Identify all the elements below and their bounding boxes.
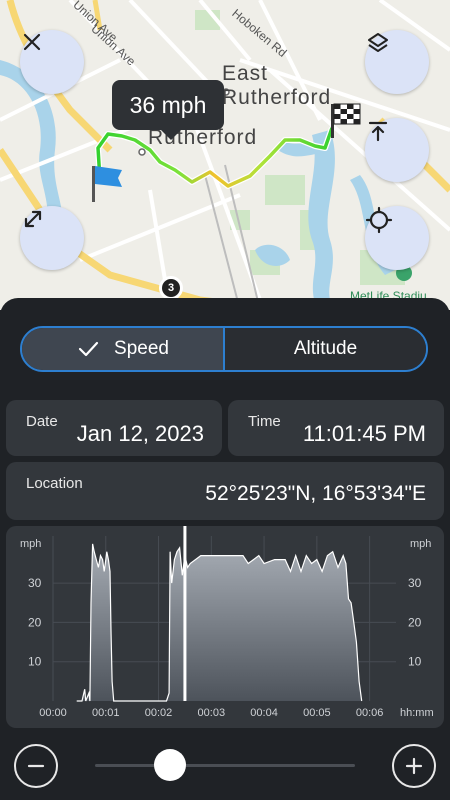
location-card: Location 52°25'23"N, 16°53'34"E xyxy=(6,462,444,520)
x-tick-label: 00:03 xyxy=(198,707,226,719)
y-tick-label-right: 10 xyxy=(408,655,422,669)
y-tick-label-right: 30 xyxy=(408,576,422,590)
marker-badge-text: 3 xyxy=(162,279,180,297)
x-tick-label: 00:06 xyxy=(356,707,384,719)
location-value: 52°25'23"N, 16°53'34"E xyxy=(205,482,426,505)
tab-altitude-label: Altitude xyxy=(293,338,358,359)
chart-cursor[interactable] xyxy=(183,526,187,701)
close-icon xyxy=(23,33,41,51)
map-label-city: Rutherford xyxy=(222,86,332,109)
tab-altitude[interactable]: Altitude xyxy=(225,328,426,370)
date-value: Jan 12, 2023 xyxy=(76,421,204,446)
metric-toggle: Speed Altitude xyxy=(20,326,428,372)
speed-tooltip-text: 36 mph xyxy=(129,91,207,118)
y-axis-unit-left: mph xyxy=(20,538,41,550)
checkmark-icon xyxy=(78,341,99,357)
layers-icon xyxy=(368,33,388,52)
tab-speed-label: Speed xyxy=(114,338,169,359)
y-tick-label-left: 30 xyxy=(28,576,42,590)
date-label: Date xyxy=(26,413,58,430)
time-value: 11:01:45 PM xyxy=(302,421,426,446)
plus-icon xyxy=(405,757,423,775)
location-label: Location xyxy=(26,475,83,492)
close-button[interactable] xyxy=(20,30,84,94)
layers-button[interactable] xyxy=(365,30,429,94)
time-label: Time xyxy=(248,413,281,430)
y-tick-label-left: 10 xyxy=(28,655,42,669)
expand-button[interactable] xyxy=(20,206,84,270)
start-flag-icon xyxy=(92,166,122,202)
scroll-top-button[interactable] xyxy=(365,118,429,182)
y-axis-unit-right: mph xyxy=(410,538,431,550)
marker-badge[interactable]: 3 xyxy=(159,276,183,300)
x-tick-label: 00:05 xyxy=(303,707,331,719)
crosshair-icon xyxy=(365,206,393,234)
date-card: Date Jan 12, 2023 xyxy=(6,400,222,456)
tab-speed[interactable]: Speed xyxy=(22,328,225,370)
minus-icon xyxy=(27,764,45,768)
time-card: Time 11:01:45 PM xyxy=(228,400,444,456)
speed-chart[interactable]: mph mph hh:mm 10 10 20 20 30 30 00:00 00:01 00:… xyxy=(6,526,444,728)
x-axis-unit: hh:mm xyxy=(400,707,434,719)
y-tick-label-left: 20 xyxy=(28,615,42,629)
x-tick-label: 00:02 xyxy=(145,707,173,719)
x-tick-label: 00:01 xyxy=(92,707,120,719)
x-tick-label: 00:04 xyxy=(250,707,278,719)
map-label-city: East xyxy=(222,62,269,85)
finish-flag-icon xyxy=(331,103,361,138)
zoom-slider-track[interactable] xyxy=(95,764,355,767)
align-top-icon xyxy=(368,121,388,142)
expand-icon xyxy=(24,210,42,228)
y-tick-label-right: 20 xyxy=(408,615,422,629)
speed-chart-svg: mph mph hh:mm 10 10 20 20 30 30 00:00 00:01 00:… xyxy=(20,526,434,719)
speed-tooltip: 36 mph xyxy=(112,80,224,140)
map-view[interactable]: Union Ave Union Ave Hoboken Rd East Ruth… xyxy=(0,0,450,310)
zoom-in-button[interactable] xyxy=(392,744,436,788)
x-tick-label: 00:00 xyxy=(39,707,67,719)
my-location-button[interactable] xyxy=(365,206,429,270)
zoom-out-button[interactable] xyxy=(14,744,58,788)
